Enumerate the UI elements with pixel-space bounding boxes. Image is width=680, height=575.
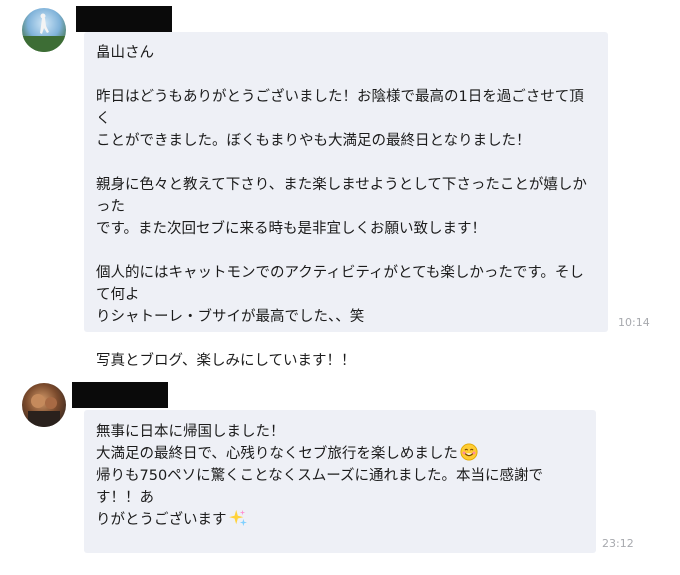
message-line: りがとうございます xyxy=(96,512,227,528)
message-line: 大満足の最終日で、心残りなくセブ旅行を楽しめました xyxy=(96,446,458,462)
sparkles-icon xyxy=(228,509,247,527)
sender-name-redacted xyxy=(72,382,168,408)
message-timestamp: 10:14 xyxy=(618,316,650,329)
message-line: 親身に色々と教えて下さり、また楽しませようとして下さったことが嬉しかった xyxy=(96,177,587,215)
message-line: です。また次回セブに来る時も是非宜しくお願い致します！ xyxy=(96,221,487,237)
message-line: 写真とブログ、楽しみにしています！！ xyxy=(96,353,356,369)
message-line: 個人的にはキャットモンでのアクティビティがとても楽しかったです。そして何よ xyxy=(96,265,584,303)
sender-avatar[interactable] xyxy=(22,8,66,52)
message-bubble[interactable]: 畠山さん 昨日はどうもありがとうございました！お陰様で最高の1日を過ごさせて頂く… xyxy=(84,32,608,369)
message-bubble[interactable]: 無事に日本に帰国しました！ 大満足の最終日で、心残りなくセブ旅行を楽しめました … xyxy=(84,410,596,553)
message-line: りシャトーレ・ブサイが最高でした、、笑 xyxy=(96,309,365,325)
message-line-with-emoji: 大満足の最終日で、心残りなくセブ旅行を楽しめました xyxy=(96,443,584,465)
sender-name-redacted xyxy=(76,6,172,32)
message-line: ことができました。ぼくもまりやも大満足の最終日となりました！ xyxy=(96,133,531,149)
smiling-face-icon xyxy=(460,443,478,461)
message-line: 無事に日本に帰国しました！ xyxy=(96,424,285,440)
message-line-with-emoji: りがとうございます xyxy=(96,509,584,531)
message-line: 畠山さん xyxy=(96,45,154,61)
avatar-photo-icon xyxy=(22,13,66,52)
message-timestamp: 23:12 xyxy=(602,537,634,550)
message-line: 昨日はどうもありがとうございました！お陰様で最高の1日を過ごさせて頂く xyxy=(96,89,584,127)
sender-avatar[interactable] xyxy=(22,383,66,427)
avatar-photo-icon xyxy=(28,394,60,427)
message-line: 帰りも750ペソに驚くことなくスムーズに通れました。本当に感謝です！！あ xyxy=(96,468,544,506)
